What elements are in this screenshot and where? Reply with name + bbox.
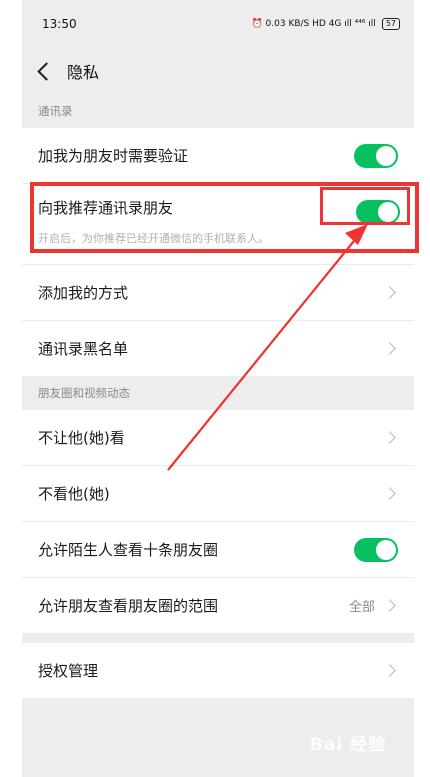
arrow-head	[345, 224, 368, 245]
arrow-shaft	[167, 235, 359, 471]
annotation-arrow	[167, 224, 368, 471]
